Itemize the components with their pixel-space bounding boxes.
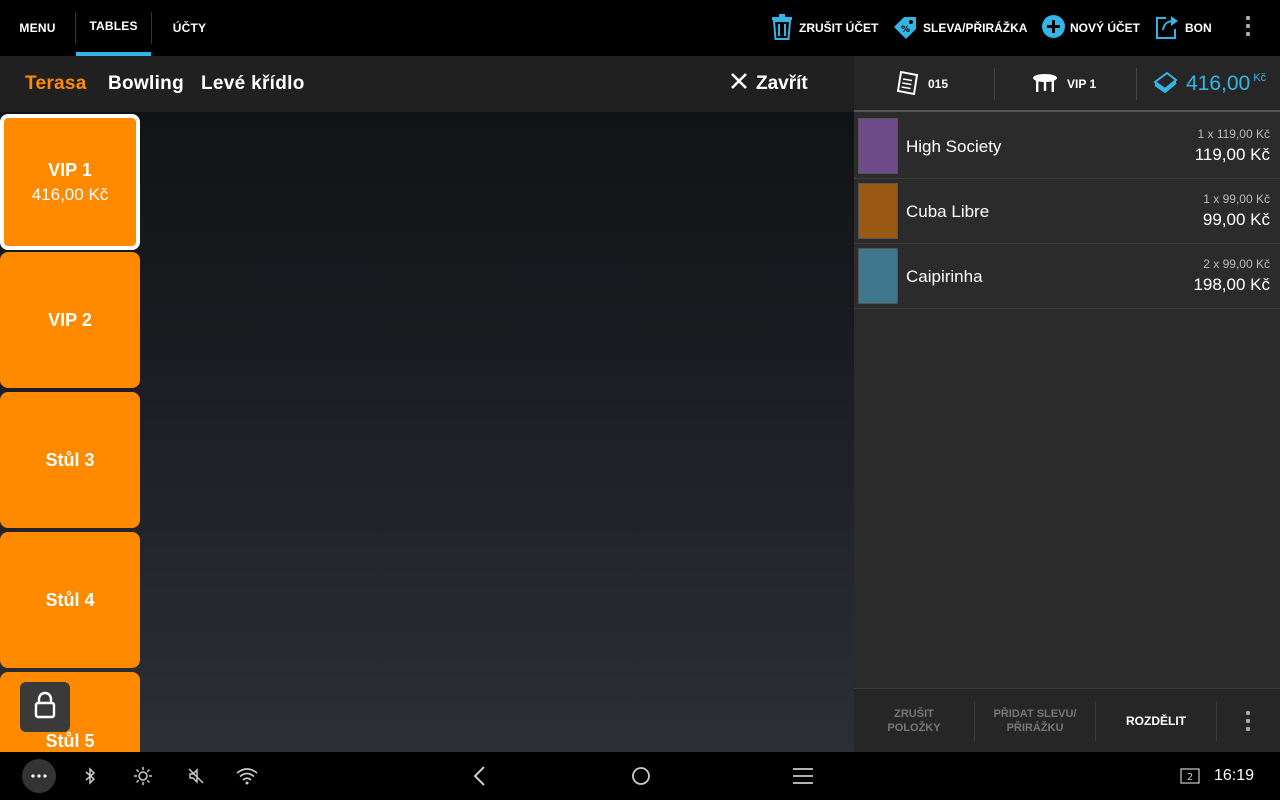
header-divider — [994, 68, 995, 100]
clock: 16:19 — [1214, 767, 1255, 784]
cash-stack-icon — [1152, 69, 1178, 99]
item-quantity: 1 x 119,00 Kč — [1197, 127, 1271, 141]
area-tab-bowling[interactable]: Bowling — [108, 56, 184, 112]
table-name: Stůl 4 — [45, 589, 95, 610]
top-action-bar: MENU TABLES ÚČTY ZRUŠIT ÚČET % SLEVA/PŘI… — [0, 0, 1280, 56]
overflow-menu-icon[interactable] — [1246, 16, 1250, 40]
home-icon[interactable] — [628, 752, 654, 800]
order-item[interactable]: Cuba Libre 1 x 99,00 Kč 99,00 Kč — [854, 179, 1280, 244]
tab-tables[interactable]: TABLES — [76, 0, 151, 56]
wifi-icon[interactable] — [235, 752, 259, 800]
notification-count: 2 — [1187, 772, 1193, 783]
cancel-bill-button[interactable]: ZRUŠIT ÚČET — [770, 0, 878, 56]
item-price: 119,00 Kč — [1194, 145, 1270, 164]
close-icon — [730, 72, 748, 96]
new-bill-label: NOVÝ ÚČET — [1070, 21, 1141, 35]
bon-label: BON — [1185, 21, 1212, 35]
recent-apps-icon[interactable] — [790, 752, 816, 800]
discount-button[interactable]: % SLEVA/PŘIRÁŽKA — [892, 0, 1027, 56]
receipt-number-label: 015 — [928, 77, 949, 91]
item-name: High Society — [906, 137, 1002, 156]
item-color-swatch — [858, 118, 898, 174]
lock-button[interactable] — [20, 682, 70, 732]
table-icon — [1032, 73, 1058, 96]
table-name: Stůl 3 — [45, 449, 95, 470]
close-button[interactable]: Zavřít — [730, 56, 808, 112]
receipt-icon — [896, 70, 920, 99]
table-name: Stůl 5 — [45, 730, 95, 751]
tab-menu[interactable]: MENU — [0, 0, 75, 56]
order-total[interactable]: 416,00 Kč — [1152, 56, 1266, 112]
item-name: Caipirinha — [906, 267, 983, 286]
order-pane: 015 VIP 1 416,00 Kč High Society 1 x 119,… — [854, 56, 1280, 752]
add-discount-button[interactable]: PŘIDAT SLEVU/ PŘIRÁŽKU — [975, 689, 1095, 753]
table-tile-stul-3[interactable]: Stůl 3 — [0, 392, 140, 528]
discount-label: SLEVA/PŘIRÁŽKA — [923, 21, 1028, 35]
table-name: VIP 2 — [48, 309, 92, 330]
order-total-currency: Kč — [1253, 72, 1267, 84]
area-tab-leve-kridlo[interactable]: Levé křídlo — [201, 56, 305, 112]
order-header: 015 VIP 1 416,00 Kč — [854, 56, 1280, 112]
cancel-bill-label: ZRUŠIT ÚČET — [799, 21, 879, 35]
area-tabs-bar: Terasa Bowling Levé křídlo Zavřít — [0, 56, 854, 112]
tab-bills[interactable]: ÚČTY — [152, 0, 227, 56]
table-name: VIP 1 — [48, 159, 92, 180]
price-tag-icon: % — [892, 15, 918, 42]
item-price: 198,00 Kč — [1193, 275, 1270, 294]
receipt-number[interactable]: 015 — [896, 56, 948, 112]
brightness-icon[interactable] — [132, 752, 154, 800]
bon-button[interactable]: BON — [1154, 0, 1212, 56]
order-table[interactable]: VIP 1 — [1032, 56, 1096, 112]
order-item[interactable]: Caipirinha 2 x 99,00 Kč 198,00 Kč — [854, 244, 1280, 309]
item-color-swatch — [858, 248, 898, 304]
header-divider — [1136, 68, 1137, 100]
notification-icon[interactable]: 2 — [1178, 752, 1202, 800]
order-overflow-menu-icon[interactable] — [1246, 711, 1250, 735]
back-icon[interactable] — [466, 752, 492, 800]
table-tile-vip-1[interactable]: VIP 1 416,00 Kč — [0, 114, 140, 250]
system-navigation-bar: 2 16:19 — [0, 752, 1280, 800]
item-quantity: 1 x 99,00 Kč — [1203, 192, 1270, 206]
floor-plan-area: Terasa Bowling Levé křídlo Zavřít VIP 1 … — [0, 56, 854, 752]
lock-icon — [34, 691, 56, 724]
item-price: 99,00 Kč — [1202, 210, 1270, 229]
share-icon — [1154, 14, 1180, 43]
mute-icon[interactable] — [185, 752, 207, 800]
cancel-items-button[interactable]: ZRUŠIT POLOŽKY — [854, 689, 974, 753]
order-item[interactable]: High Society 1 x 119,00 Kč 119,00 Kč — [854, 114, 1280, 179]
close-label: Zavřít — [756, 73, 808, 94]
order-total-value: 416,00 — [1186, 72, 1251, 95]
plus-circle-icon — [1042, 15, 1065, 41]
new-bill-button[interactable]: NOVÝ ÚČET — [1042, 0, 1140, 56]
order-footer: ZRUŠIT POLOŽKY PŘIDAT SLEVU/ PŘIRÁŽKU RO… — [854, 688, 1280, 752]
more-icon[interactable] — [22, 752, 56, 800]
area-tab-terasa[interactable]: Terasa — [25, 56, 87, 112]
table-amount: 416,00 Kč — [31, 184, 109, 204]
footer-divider — [1216, 701, 1217, 741]
table-tile-vip-2[interactable]: VIP 2 — [0, 252, 140, 388]
item-name: Cuba Libre — [906, 202, 990, 221]
trash-icon — [770, 13, 794, 43]
bluetooth-icon[interactable] — [80, 752, 100, 800]
item-color-swatch — [858, 183, 898, 239]
svg-text:%: % — [901, 25, 910, 35]
item-quantity: 2 x 99,00 Kč — [1203, 257, 1270, 271]
order-table-label: VIP 1 — [1067, 77, 1097, 91]
table-tile-stul-4[interactable]: Stůl 4 — [0, 532, 140, 668]
split-button[interactable]: ROZDĚLIT — [1096, 689, 1216, 753]
